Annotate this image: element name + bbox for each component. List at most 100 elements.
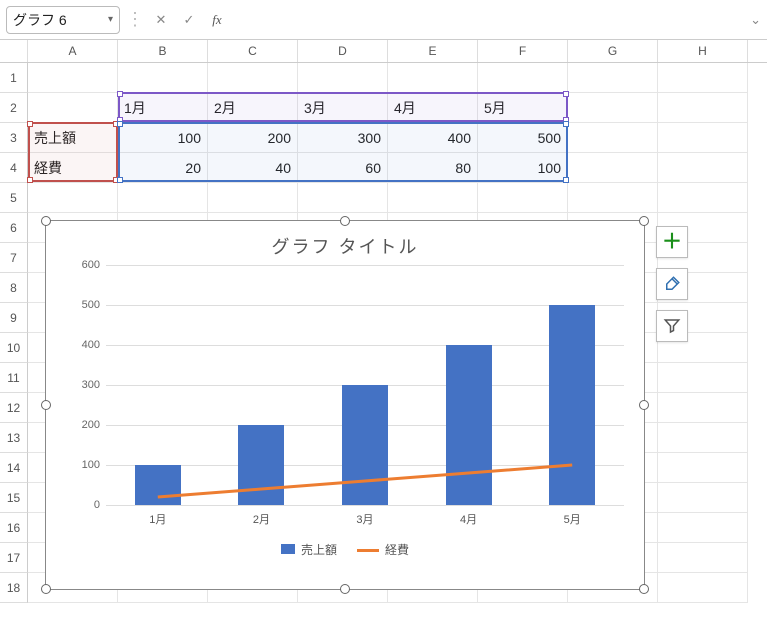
chart-plot-area[interactable]: 0100200300400500600: [106, 265, 624, 505]
row-header[interactable]: 11: [0, 363, 28, 393]
resize-handle[interactable]: [340, 584, 350, 594]
row-header[interactable]: 2: [0, 93, 28, 123]
chart-bar[interactable]: [446, 345, 492, 505]
cell[interactable]: 5月: [478, 93, 568, 123]
row-header[interactable]: 17: [0, 543, 28, 573]
formula-input[interactable]: [234, 9, 744, 31]
cell[interactable]: [658, 423, 748, 453]
cell[interactable]: 500: [478, 123, 568, 153]
row-header[interactable]: 6: [0, 213, 28, 243]
cell[interactable]: [658, 543, 748, 573]
row-header[interactable]: 9: [0, 303, 28, 333]
resize-handle[interactable]: [41, 584, 51, 594]
cell[interactable]: [568, 123, 658, 153]
cell[interactable]: 3月: [298, 93, 388, 123]
cell[interactable]: [658, 183, 748, 213]
col-header[interactable]: E: [388, 40, 478, 62]
cell[interactable]: [388, 183, 478, 213]
cell[interactable]: [658, 363, 748, 393]
row-header[interactable]: 12: [0, 393, 28, 423]
row-header[interactable]: 16: [0, 513, 28, 543]
cell[interactable]: [568, 63, 658, 93]
resize-handle[interactable]: [41, 400, 51, 410]
cell[interactable]: 80: [388, 153, 478, 183]
confirm-icon[interactable]: ✓: [178, 9, 200, 31]
col-header[interactable]: H: [658, 40, 748, 62]
expand-formula-icon[interactable]: ⌄: [750, 12, 761, 28]
cell[interactable]: [208, 63, 298, 93]
cell[interactable]: [298, 183, 388, 213]
row-header[interactable]: 18: [0, 573, 28, 603]
col-header[interactable]: D: [298, 40, 388, 62]
cancel-icon[interactable]: ✕: [150, 9, 172, 31]
col-header[interactable]: F: [478, 40, 568, 62]
row-header[interactable]: 5: [0, 183, 28, 213]
cell[interactable]: 40: [208, 153, 298, 183]
cell[interactable]: 2月: [208, 93, 298, 123]
row-header[interactable]: 8: [0, 273, 28, 303]
cell[interactable]: [658, 393, 748, 423]
cell[interactable]: 100: [118, 123, 208, 153]
chart-bar[interactable]: [549, 305, 595, 505]
legend-entry-line[interactable]: 経費: [357, 541, 409, 558]
resize-handle[interactable]: [639, 400, 649, 410]
cell[interactable]: [118, 63, 208, 93]
cell[interactable]: [658, 453, 748, 483]
resize-handle[interactable]: [41, 216, 51, 226]
row-header[interactable]: 13: [0, 423, 28, 453]
chart-bar[interactable]: [135, 465, 181, 505]
row-header[interactable]: 3: [0, 123, 28, 153]
row-header[interactable]: 14: [0, 453, 28, 483]
cell[interactable]: [658, 153, 748, 183]
cell[interactable]: [658, 573, 748, 603]
cell[interactable]: 1月: [118, 93, 208, 123]
cell[interactable]: [568, 93, 658, 123]
chart-style-button[interactable]: [656, 268, 688, 300]
cell[interactable]: 4月: [388, 93, 478, 123]
cell[interactable]: [568, 153, 658, 183]
cell[interactable]: [658, 123, 748, 153]
cell[interactable]: [658, 93, 748, 123]
cell[interactable]: [118, 183, 208, 213]
cell[interactable]: [388, 63, 478, 93]
cell[interactable]: 20: [118, 153, 208, 183]
cell[interactable]: 60: [298, 153, 388, 183]
cell[interactable]: [28, 93, 118, 123]
row-header[interactable]: 7: [0, 243, 28, 273]
chart-object[interactable]: グラフ タイトル 0100200300400500600 1月2月3月4月5月 …: [45, 220, 645, 590]
cell[interactable]: [28, 63, 118, 93]
chart-title[interactable]: グラフ タイトル: [46, 233, 644, 259]
cell[interactable]: 400: [388, 123, 478, 153]
cell[interactable]: 200: [208, 123, 298, 153]
row-header[interactable]: 15: [0, 483, 28, 513]
cell[interactable]: [28, 183, 118, 213]
legend-entry-bar[interactable]: 売上額: [281, 541, 337, 558]
col-header[interactable]: B: [118, 40, 208, 62]
name-box[interactable]: グラフ 6 ▾: [6, 6, 120, 34]
cell[interactable]: [298, 63, 388, 93]
col-header[interactable]: G: [568, 40, 658, 62]
resize-handle[interactable]: [639, 584, 649, 594]
fx-icon[interactable]: fx: [206, 9, 228, 31]
chart-bar[interactable]: [342, 385, 388, 505]
cell[interactable]: [478, 63, 568, 93]
cell[interactable]: 100: [478, 153, 568, 183]
cell[interactable]: [568, 183, 658, 213]
cell[interactable]: [658, 513, 748, 543]
cell[interactable]: 300: [298, 123, 388, 153]
chart-filter-button[interactable]: [656, 310, 688, 342]
row-header[interactable]: 1: [0, 63, 28, 93]
cell[interactable]: 経費: [28, 153, 118, 183]
row-header[interactable]: 10: [0, 333, 28, 363]
row-header[interactable]: 4: [0, 153, 28, 183]
col-header[interactable]: A: [28, 40, 118, 62]
chart-add-element-button[interactable]: ＋: [656, 226, 688, 258]
cell[interactable]: [208, 183, 298, 213]
resize-handle[interactable]: [639, 216, 649, 226]
chart-legend[interactable]: 売上額 経費: [46, 541, 644, 558]
col-header[interactable]: C: [208, 40, 298, 62]
cell[interactable]: 売上額: [28, 123, 118, 153]
chevron-down-icon[interactable]: ▾: [108, 14, 113, 25]
cell[interactable]: [658, 483, 748, 513]
resize-handle[interactable]: [340, 216, 350, 226]
